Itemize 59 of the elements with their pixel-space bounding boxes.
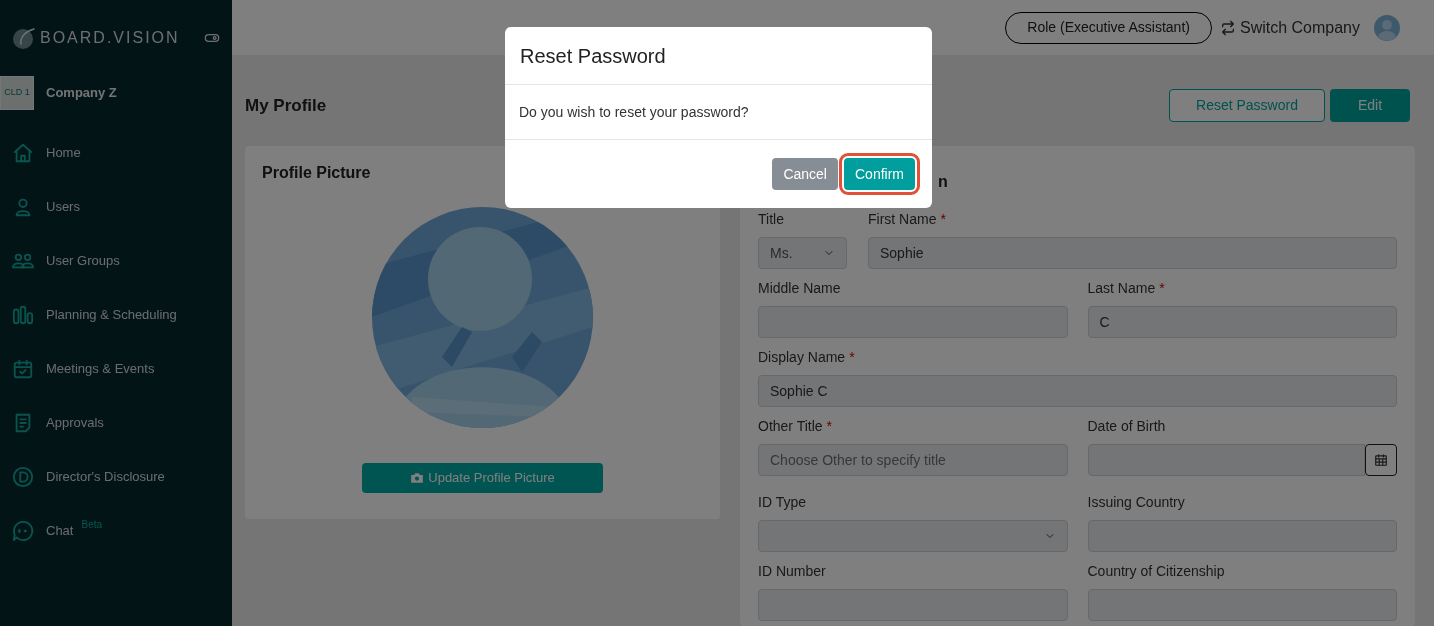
update-picture-button[interactable]: Update Profile Picture xyxy=(362,463,603,493)
required-mark: * xyxy=(940,210,946,229)
nav-item[interactable]: Meetings & Events xyxy=(0,342,232,396)
field-label: Display Name xyxy=(758,348,846,367)
field-label: Last Name xyxy=(1087,279,1156,298)
d-circle-icon xyxy=(12,466,34,488)
field-label: First Name xyxy=(868,210,937,229)
brand-name: BOARD.VISION xyxy=(40,28,181,48)
field-label: Middle Name xyxy=(758,279,842,298)
required-mark: * xyxy=(849,348,855,367)
field-label: Date of Birth xyxy=(1087,417,1167,436)
page-title: My Profile xyxy=(245,94,327,117)
text-field[interactable] xyxy=(1087,589,1397,621)
nav-item[interactable]: Approvals xyxy=(0,396,232,450)
dialog-title: Reset Password xyxy=(520,43,666,69)
select-field[interactable] xyxy=(758,520,1068,552)
text-field[interactable] xyxy=(758,589,1068,621)
avatar-icon xyxy=(1374,14,1400,41)
chat-bubble-icon xyxy=(12,520,34,542)
required-mark: * xyxy=(826,417,833,436)
switch-company-button[interactable]: Switch Company xyxy=(1219,15,1360,40)
logo-icon xyxy=(12,26,36,50)
company-name: Company Z xyxy=(46,84,117,103)
required-mark: * xyxy=(1159,279,1165,298)
field-label: ID Number xyxy=(758,562,827,581)
text-field[interactable]: Sophie xyxy=(868,237,1397,269)
company-logo: CLD 1 xyxy=(0,76,34,110)
nav-item[interactable]: Home xyxy=(0,126,232,180)
nav-item[interactable]: User Groups xyxy=(0,234,232,288)
card-title: Profile Picture xyxy=(262,163,371,183)
cancel-button[interactable]: Cancel xyxy=(772,158,838,190)
text-field[interactable] xyxy=(758,306,1068,338)
field-label: Issuing Country xyxy=(1087,493,1186,512)
select-field[interactable]: Ms. xyxy=(758,237,847,269)
field-label: Country of Citizenship xyxy=(1087,562,1226,581)
calendar-check-icon xyxy=(12,358,34,380)
field-label: Title xyxy=(758,210,785,229)
text-field[interactable] xyxy=(1087,520,1397,552)
field-label: Other Title xyxy=(758,417,823,436)
nav-item[interactable]: Users xyxy=(0,180,232,234)
date-field[interactable] xyxy=(1087,444,1365,476)
text-field[interactable]: Sophie C xyxy=(758,375,1397,407)
nav-item[interactable]: Planning & Scheduling xyxy=(0,288,232,342)
home-icon xyxy=(12,142,34,164)
swap-arrows-icon xyxy=(1219,19,1236,36)
text-field[interactable]: Choose Other to specify title xyxy=(758,444,1068,476)
camera-icon xyxy=(410,471,425,485)
edit-button[interactable]: Edit xyxy=(1330,89,1410,122)
card-title: n xyxy=(938,171,948,192)
calendar-button[interactable] xyxy=(1365,444,1397,476)
beta-label: Beta xyxy=(81,517,103,532)
calendar-icon xyxy=(1374,453,1388,467)
dialog-message: Do you wish to reset your password? xyxy=(519,102,749,122)
field-label: ID Type xyxy=(758,493,807,512)
nav-item[interactable]: Director's Disclosure xyxy=(0,450,232,504)
bars-icon xyxy=(12,304,34,326)
nav-item[interactable]: Chat xyxy=(46,521,74,541)
reset-password-button[interactable]: Reset Password xyxy=(1169,89,1325,122)
text-field[interactable]: C xyxy=(1087,306,1397,338)
